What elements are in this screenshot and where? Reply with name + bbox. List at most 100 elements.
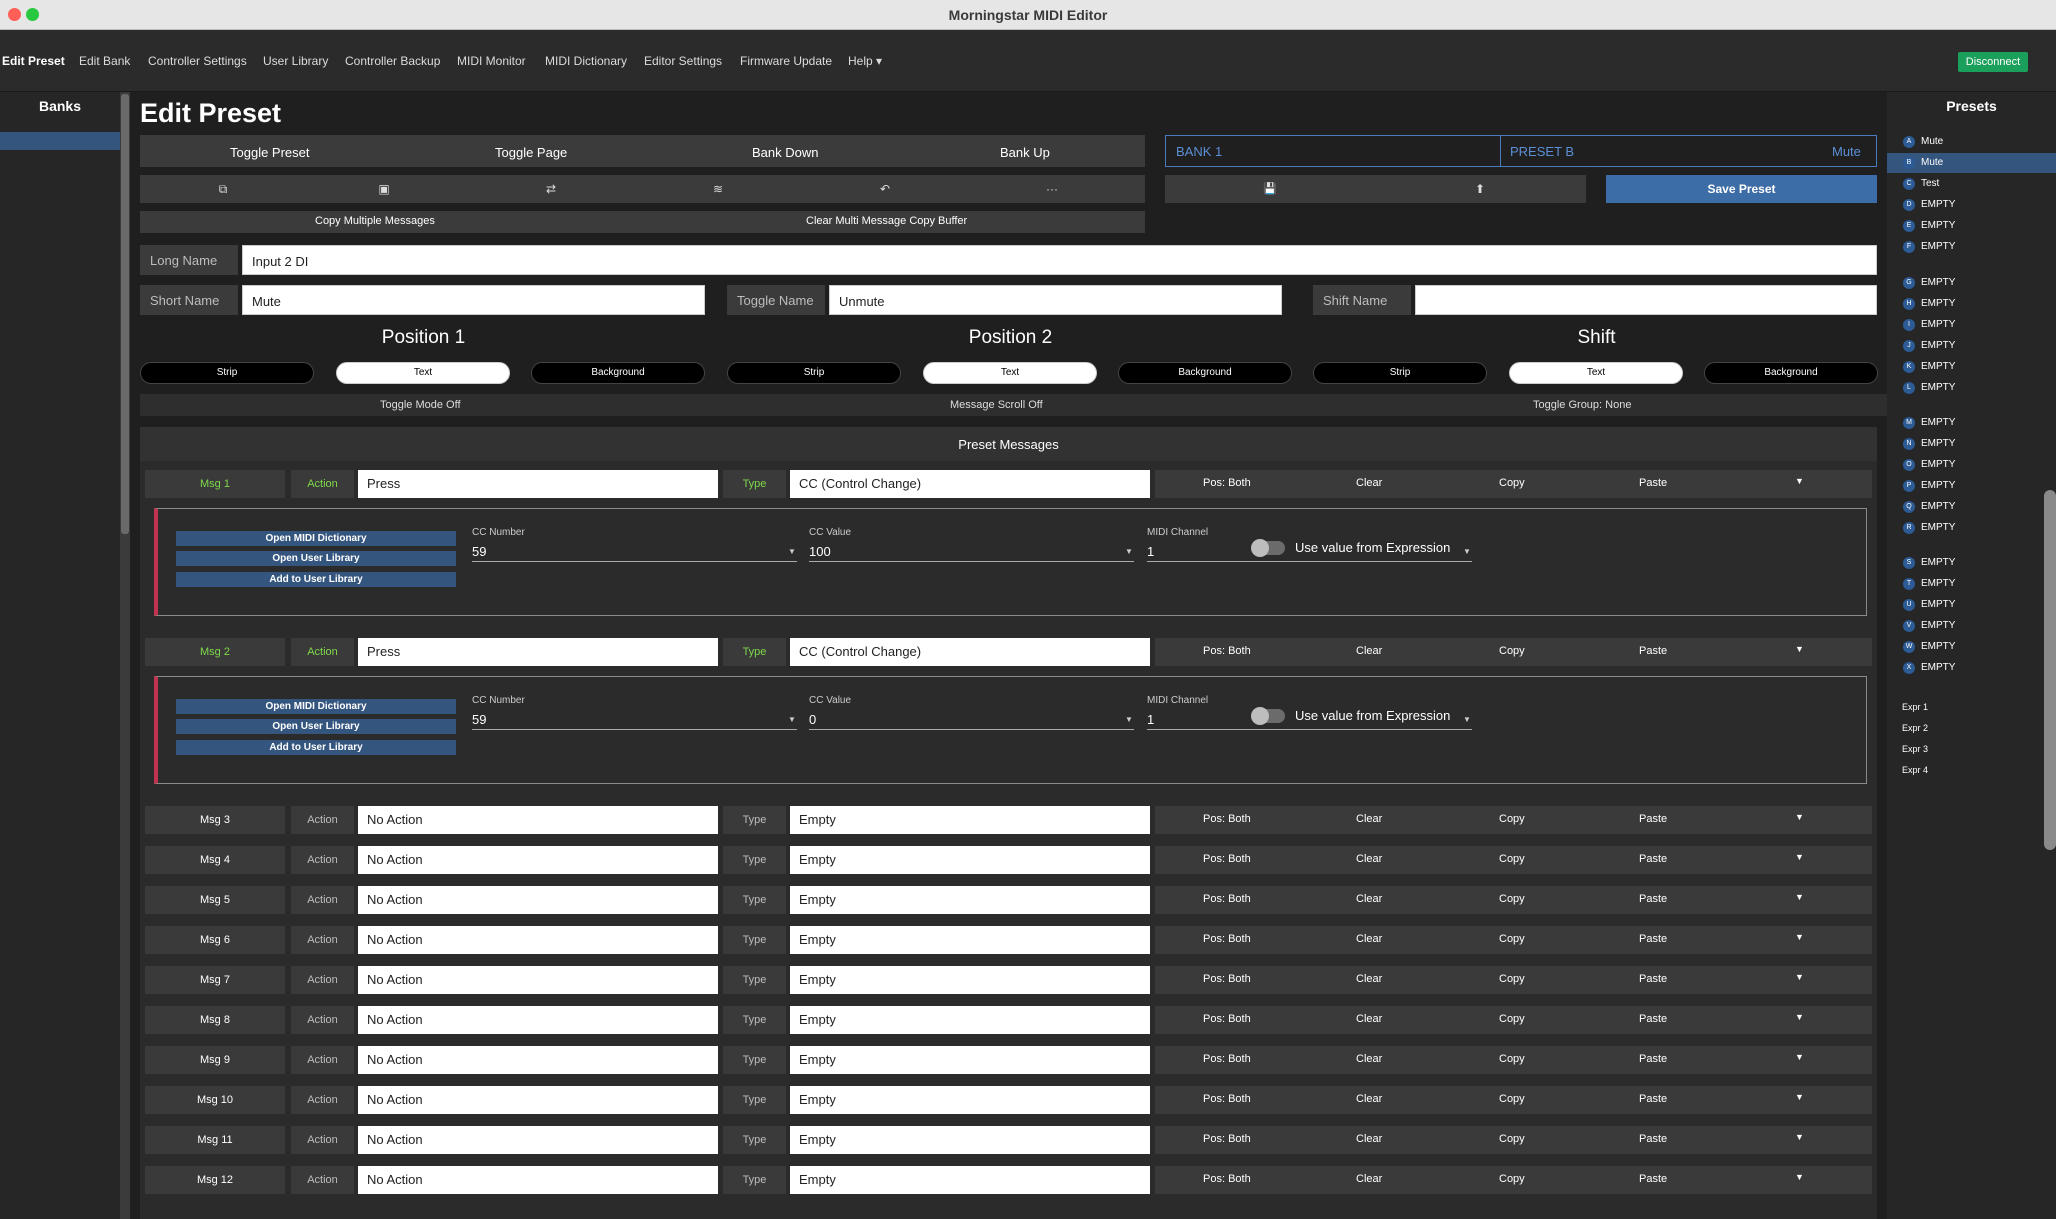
save-preset-button[interactable]: Save Preset [1606,175,1877,203]
menu-edit-bank[interactable]: Edit Bank [79,54,130,68]
type-select[interactable]: Empty [790,966,1150,994]
preset-list-item[interactable]: X EMPTY [1887,658,2056,678]
pos-button[interactable]: Pos: Both [1203,645,1251,657]
toggle-mode-button[interactable]: Toggle Mode Off [380,399,461,411]
action-select[interactable]: No Action [358,886,718,914]
chevron-down-icon[interactable]: ▼ [1795,1012,1804,1022]
action-select[interactable]: Press [358,470,718,498]
open-midi-dictionary-button[interactable]: Open MIDI Dictionary [176,699,456,714]
action-select[interactable]: No Action [358,966,718,994]
clear-button[interactable]: Clear [1356,477,1382,489]
pos-button[interactable]: Pos: Both [1203,813,1251,825]
disconnect-button[interactable]: Disconnect [1958,52,2028,72]
pos-button[interactable]: Pos: Both [1203,1053,1251,1065]
preset-list-item[interactable]: A Mute [1887,132,2056,152]
pos-button[interactable]: Pos: Both [1203,1133,1251,1145]
menu-midi-monitor[interactable]: MIDI Monitor [457,54,526,68]
chevron-down-icon[interactable]: ▼ [1795,972,1804,982]
clear-button[interactable]: Clear [1356,893,1382,905]
clear-button[interactable]: Clear [1356,813,1382,825]
shift-name-input[interactable] [1415,285,1877,315]
clear-button[interactable]: Clear [1356,933,1382,945]
midi-channel-value[interactable]: 1 [1147,712,1154,727]
banks-scrollbar[interactable] [120,92,130,1219]
paste-button[interactable]: Paste [1639,645,1667,657]
copy-icon[interactable]: ⧉ [203,175,243,203]
type-select[interactable]: Empty [790,926,1150,954]
chevron-down-icon[interactable]: ▼ [1795,932,1804,942]
swap-icon[interactable]: ⇄ [531,175,571,203]
open-user-library-button[interactable]: Open User Library [176,719,456,734]
chevron-down-icon[interactable]: ▼ [1125,715,1133,724]
window-scrollbar[interactable] [2044,490,2056,850]
menu-editor-settings[interactable]: Editor Settings [644,54,722,68]
preset-list-item[interactable]: W EMPTY [1887,637,2056,657]
preset-list-item[interactable]: O EMPTY [1887,455,2056,475]
midi-channel-value[interactable]: 1 [1147,544,1154,559]
copy-button[interactable]: Copy [1499,1133,1525,1145]
copy-button[interactable]: Copy [1499,1053,1525,1065]
menu-firmware-update[interactable]: Firmware Update [740,54,832,68]
position-1-background-pill[interactable]: Background [531,362,705,384]
type-select[interactable]: CC (Control Change) [790,470,1150,498]
expr-item[interactable]: Expr 2 [1902,723,1928,733]
preset-list-item[interactable]: I EMPTY [1887,315,2056,335]
toggle-name-input[interactable]: Unmute [829,285,1282,315]
action-select[interactable]: No Action [358,1126,718,1154]
preset-list-item[interactable]: M EMPTY [1887,413,2056,433]
expr-item[interactable]: Expr 4 [1902,765,1928,775]
chevron-down-icon[interactable]: ▼ [1795,1052,1804,1062]
bank-up-button[interactable]: Bank Up [1000,145,1050,160]
type-select[interactable]: Empty [790,1046,1150,1074]
menu-edit-preset[interactable]: Edit Preset [2,54,65,68]
shift-strip-pill[interactable]: Strip [1313,362,1487,384]
expression-toggle[interactable] [1251,707,1285,725]
chevron-down-icon[interactable]: ▼ [1795,812,1804,822]
type-select[interactable]: Empty [790,1086,1150,1114]
action-select[interactable]: No Action [358,926,718,954]
copy-button[interactable]: Copy [1499,933,1525,945]
copy-button[interactable]: Copy [1499,853,1525,865]
paste-button[interactable]: Paste [1639,1173,1667,1185]
expression-toggle[interactable] [1251,539,1285,557]
paste-button[interactable]: Paste [1639,477,1667,489]
preset-list-item[interactable]: Q EMPTY [1887,497,2056,517]
pos-button[interactable]: Pos: Both [1203,893,1251,905]
menu-midi-dictionary[interactable]: MIDI Dictionary [545,54,627,68]
position-2-strip-pill[interactable]: Strip [727,362,901,384]
chevron-down-icon[interactable]: ▼ [1463,715,1471,724]
type-select[interactable]: Empty [790,1006,1150,1034]
chevron-down-icon[interactable]: ▼ [1795,1132,1804,1142]
preset-list-item[interactable]: L EMPTY [1887,378,2056,398]
menu-controller-backup[interactable]: Controller Backup [345,54,440,68]
preset-list-item[interactable]: C Test [1887,174,2056,194]
long-name-input[interactable]: Input 2 DI [242,245,1877,275]
clear-button[interactable]: Clear [1356,1133,1382,1145]
clear-button[interactable]: Clear [1356,1173,1382,1185]
chevron-down-icon[interactable]: ▼ [1795,644,1804,654]
preset-list-item[interactable]: K EMPTY [1887,357,2056,377]
preset-list-item[interactable]: G EMPTY [1887,273,2056,293]
bank-list-selected-item[interactable] [0,132,120,150]
chevron-down-icon[interactable]: ▼ [788,547,796,556]
more-icon[interactable]: ··· [1032,175,1072,203]
preset-list-item[interactable]: D EMPTY [1887,195,2056,215]
cc-number-value[interactable]: 59 [472,712,486,727]
copy-button[interactable]: Copy [1499,813,1525,825]
open-midi-dictionary-button[interactable]: Open MIDI Dictionary [176,531,456,546]
save-icon[interactable]: 💾 [1250,175,1290,203]
clear-button[interactable]: Clear [1356,853,1382,865]
clear-button[interactable]: Clear [1356,1093,1382,1105]
type-select[interactable]: Empty [790,1166,1150,1194]
preset-list-item[interactable]: T EMPTY [1887,574,2056,594]
paste-button[interactable]: Paste [1639,1013,1667,1025]
menu-user-library[interactable]: User Library [263,54,328,68]
menu-controller-settings[interactable]: Controller Settings [148,54,247,68]
pos-button[interactable]: Pos: Both [1203,853,1251,865]
position-2-text-pill[interactable]: Text [923,362,1097,384]
position-1-strip-pill[interactable]: Strip [140,362,314,384]
preset-list-item[interactable]: J EMPTY [1887,336,2056,356]
paste-button[interactable]: Paste [1639,1133,1667,1145]
chevron-down-icon[interactable]: ▼ [1125,547,1133,556]
chevron-down-icon[interactable]: ▼ [1795,476,1804,486]
